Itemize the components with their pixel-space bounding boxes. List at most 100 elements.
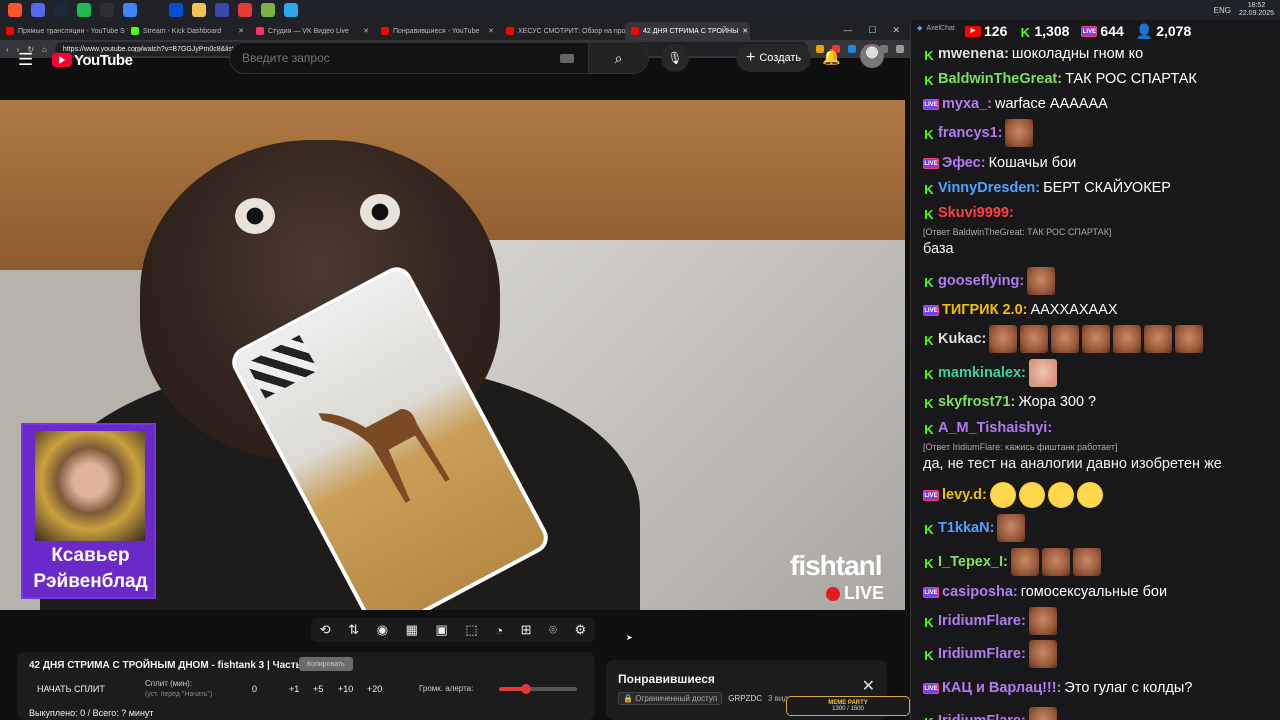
obs-icon[interactable] — [100, 3, 114, 17]
alert-volume-knob[interactable] — [521, 684, 532, 694]
app-icon[interactable] — [215, 3, 229, 17]
playlist-channel[interactable]: GRPZDC — [728, 694, 762, 703]
copy-button[interactable]: Копировать — [299, 657, 353, 671]
clapperboard-icon — [246, 335, 319, 399]
chat-nickname[interactable]: mwenena: — [938, 46, 1009, 62]
gallery-icon[interactable] — [261, 3, 275, 17]
add-5-button[interactable]: +5 — [313, 684, 323, 694]
video-title: 42 ДНЯ СТРИМА С ТРОЙНЫМ ДНОМ - fishtank … — [29, 660, 311, 671]
tab-label: ХЕСУС СМОТРИТ: Обзор на пропа — [518, 27, 625, 35]
chat-nickname[interactable]: Kukac: — [938, 331, 986, 347]
account-avatar[interactable] — [860, 44, 884, 68]
chrome-icon[interactable] — [123, 3, 137, 17]
eye — [360, 194, 400, 230]
search-button[interactable]: ⌕ — [588, 43, 648, 73]
clip-icon[interactable]: ▦ — [406, 622, 418, 638]
language-indicator[interactable]: ENG — [1214, 6, 1231, 15]
maximize-icon[interactable]: ☐ — [868, 25, 876, 36]
menu-icon[interactable]: ☰ — [18, 50, 38, 70]
camera-icon[interactable] — [238, 3, 252, 17]
chat-message: Kgooseflying: — [923, 267, 1056, 295]
close-tab-icon[interactable]: ✕ — [742, 27, 748, 35]
start-split-button[interactable]: НАЧАТЬ СПЛИТ — [37, 684, 105, 694]
tab-label: Прямые трансляции - YouTube Stu — [18, 27, 125, 35]
emote-icon — [1082, 325, 1111, 353]
add-1-button[interactable]: +1 — [289, 684, 299, 694]
streamer-card: Ксавьер Рэйвенблад — [21, 423, 156, 599]
chat-nickname[interactable]: gooseflying: — [938, 273, 1024, 289]
telegram-icon[interactable] — [284, 3, 298, 17]
chat-reply-text: база — [923, 241, 954, 257]
screenshot-icon[interactable]: ⌾ — [549, 622, 557, 638]
chat-nickname[interactable]: myxa_: — [942, 96, 992, 112]
settings-icon[interactable]: ⚙ — [574, 622, 586, 638]
picture-in-picture-icon[interactable]: ▣ — [435, 622, 447, 638]
playlist-title[interactable]: Понравившиеся — [618, 672, 715, 686]
chat-nickname[interactable]: BaldwinTheGreat: — [938, 71, 1062, 87]
voice-search-button[interactable]: 🎙 — [661, 44, 689, 72]
chat-nickname[interactable]: КАЦ и Варлац!!!: — [942, 680, 1061, 696]
chat-message: LIVE myxa_: warface АААААА — [923, 94, 1108, 114]
chat-reply-quote: [Ответ IridiumFlare: кажись фиштанк рабо… — [923, 442, 1118, 452]
loop-icon[interactable]: ⟲ — [320, 622, 331, 638]
chat-message: K BaldwinTheGreat: ТАК РОС СПАРТАК — [923, 69, 1197, 89]
notifications-bell-icon[interactable]: 🔔 — [822, 48, 841, 66]
chat-nickname[interactable]: mamkinalex: — [938, 365, 1026, 381]
close-tab-icon[interactable]: ✕ — [363, 27, 369, 35]
x-app-icon[interactable] — [146, 3, 160, 17]
emote-icon — [1028, 607, 1057, 635]
search-icon: ⌕ — [614, 49, 623, 66]
split-value[interactable]: 0 — [252, 684, 257, 694]
chat-message: K Kukac: — [923, 325, 1204, 353]
total-viewers: 👤 2,078 — [1136, 23, 1191, 40]
chat-message: Kfrancys1: — [923, 119, 1034, 147]
close-icon[interactable]: ✕ — [862, 676, 875, 696]
chat-nickname[interactable]: T1kkaN: — [938, 520, 994, 536]
vk-viewers-count: 644 — [1100, 23, 1124, 39]
system-tray: ENG 18:52 22.09.2025 — [1214, 2, 1274, 18]
chat-message: Kmwenena: шоколадны гном ко — [923, 44, 1143, 64]
keyboard-icon[interactable] — [560, 53, 574, 63]
chat-nickname[interactable]: IridiumFlare: — [938, 646, 1026, 662]
alert-volume-slider[interactable] — [499, 684, 577, 694]
folder-icon[interactable] — [192, 3, 206, 17]
chat-nickname[interactable]: ТИГРИК 2.0: — [942, 302, 1027, 318]
steam-icon[interactable] — [54, 3, 68, 17]
chat-nickname[interactable]: casiposha: — [942, 584, 1018, 600]
broadcast-icon[interactable]: ◉ — [377, 622, 388, 638]
create-button[interactable]: + Создать — [736, 44, 812, 72]
chat-nickname[interactable]: skyfrost71: — [938, 394, 1015, 410]
brave-icon[interactable] — [8, 3, 22, 17]
search-input[interactable] — [230, 51, 560, 65]
chat-nickname[interactable]: levy.d: — [942, 487, 987, 503]
chat-nickname[interactable]: Skuvi9999: — [938, 205, 1014, 221]
youtube-logo[interactable]: YouTube LV — [52, 48, 141, 69]
sort-icon[interactable]: ⇅ — [348, 622, 359, 638]
tab-favicon — [381, 27, 389, 35]
add-20-button[interactable]: +20 — [367, 684, 382, 694]
chat-nickname[interactable]: Эфес: — [942, 155, 986, 171]
add-10-button[interactable]: +10 — [338, 684, 353, 694]
chat-nickname[interactable]: francys1: — [938, 125, 1002, 141]
add-queue-icon[interactable]: ⊞ — [521, 622, 532, 638]
frame-icon[interactable]: ⬚ — [465, 622, 477, 638]
chat-nickname[interactable]: VinnyDresden: — [938, 180, 1040, 196]
laughing-emoji-icon — [1076, 482, 1103, 508]
ps-icon[interactable] — [169, 3, 183, 17]
clock[interactable]: 18:52 22.09.2025 — [1239, 2, 1274, 18]
minimize-icon[interactable]: — — [843, 25, 852, 36]
chat-nickname[interactable]: IridiumFlare: — [938, 613, 1026, 629]
chat-nickname[interactable]: I_Tepex_I: — [938, 554, 1008, 570]
video-player[interactable]: Ксавьер Рэйвенблад fishtanl LIVE — [0, 100, 905, 610]
chat-message: LIVE casiposha: гомосексуальные бои — [923, 582, 1167, 602]
chat-nickname[interactable]: IridiumFlare: — [938, 713, 1026, 720]
discord-icon[interactable] — [31, 3, 45, 17]
close-tab-icon[interactable]: ✕ — [238, 27, 244, 35]
close-window-icon[interactable]: ✕ — [892, 25, 900, 36]
close-tab-icon[interactable]: ✕ — [488, 27, 494, 35]
spotify-icon[interactable] — [77, 3, 91, 17]
chat-nickname[interactable]: A_M_Tishaishyi: — [938, 420, 1052, 436]
speed-icon[interactable]: ◔ — [495, 623, 503, 638]
chat-message: KIridiumFlare: — [923, 707, 1057, 720]
create-label: Создать — [759, 52, 802, 64]
